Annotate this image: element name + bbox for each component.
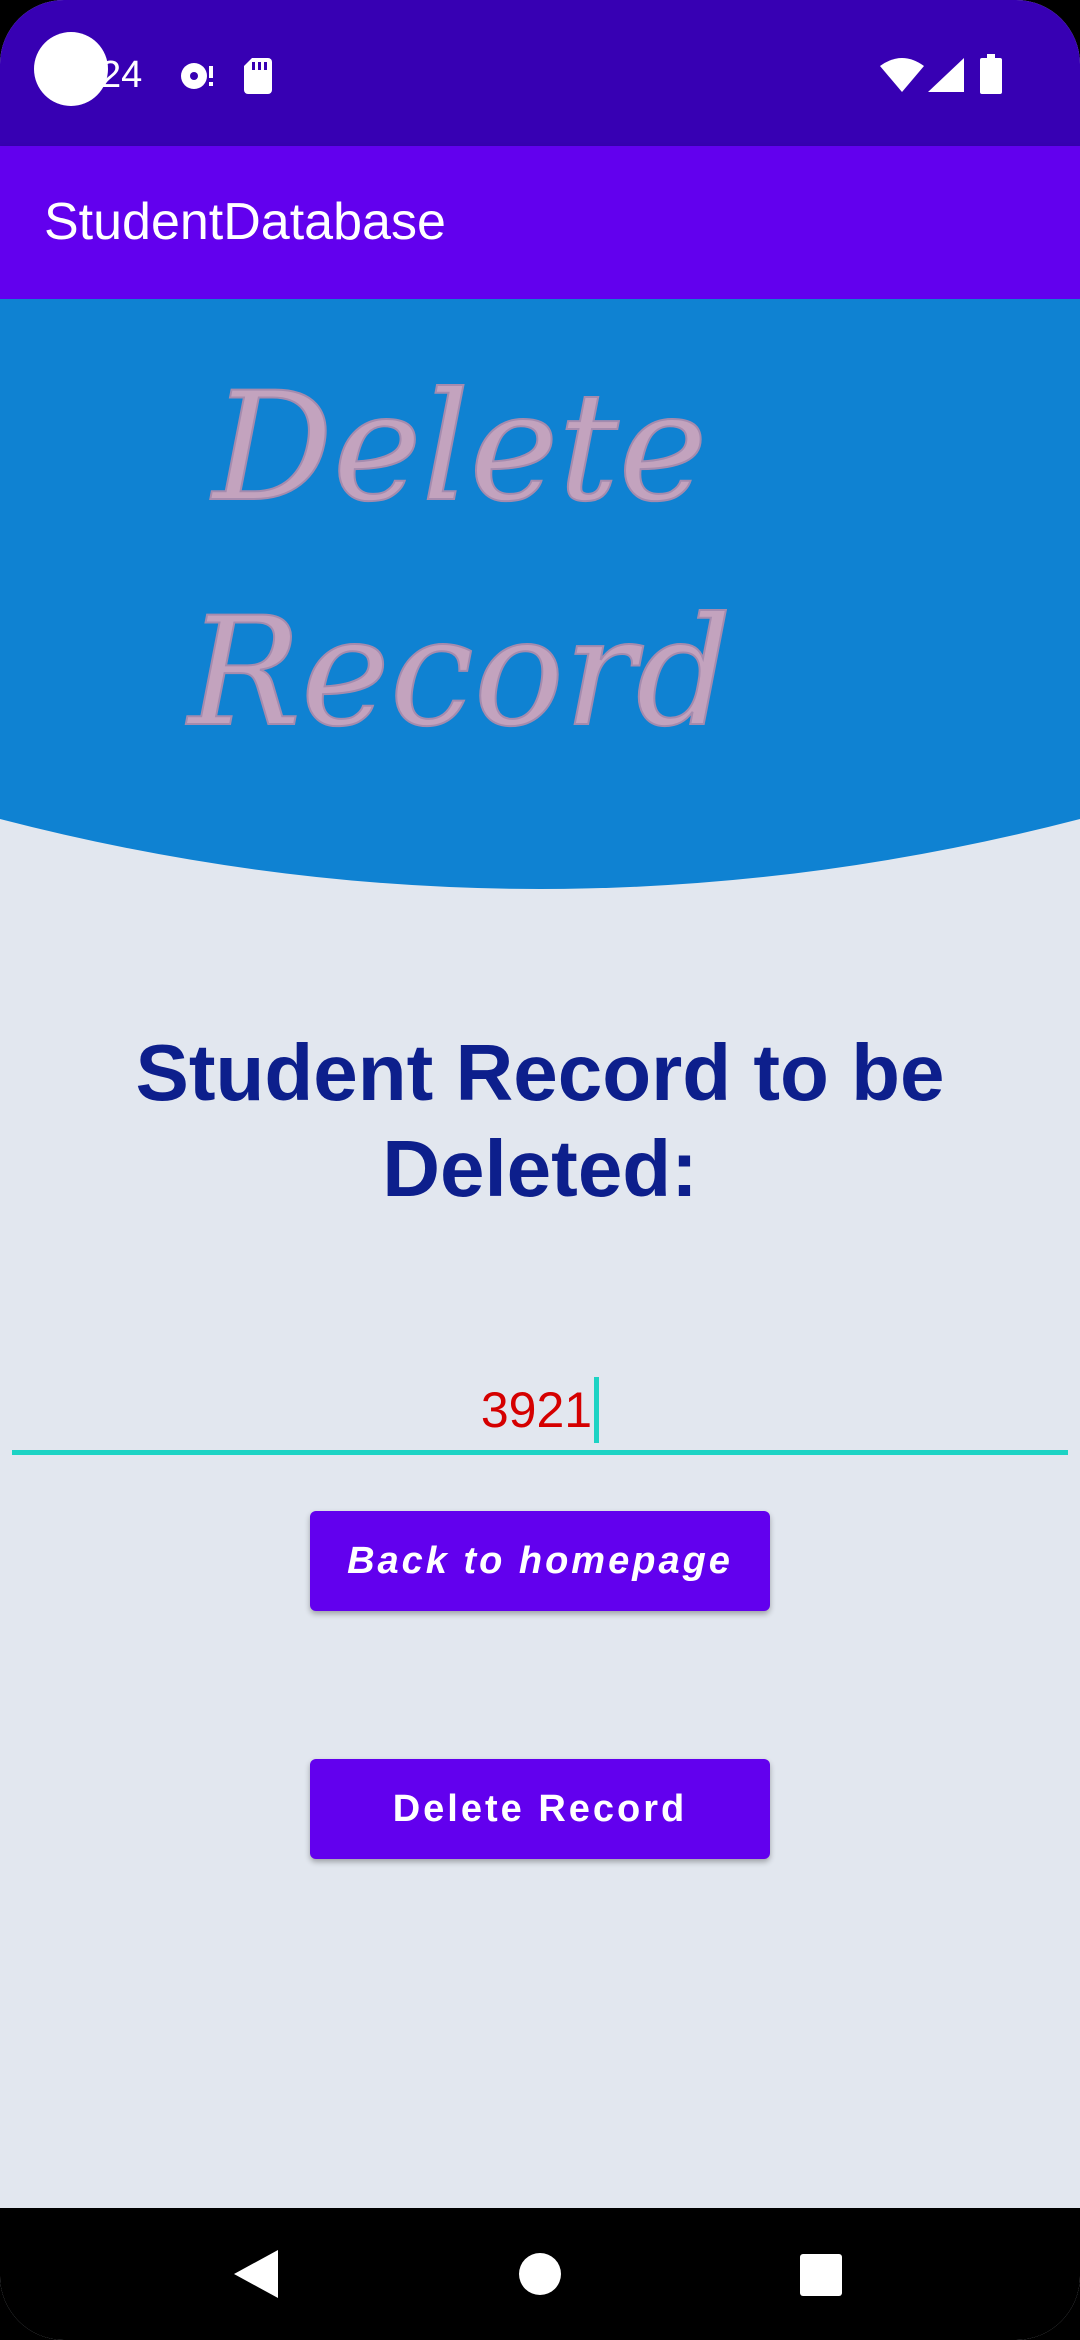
back-icon[interactable] <box>234 2250 278 2298</box>
media-icon <box>181 63 213 89</box>
delete-record-button[interactable]: Delete Record <box>310 1759 770 1859</box>
header-title-line1: Delete <box>210 361 708 535</box>
header-title: Delete Record <box>184 360 733 761</box>
recents-icon[interactable] <box>800 2254 842 2296</box>
navigation-bar <box>0 2208 1080 2340</box>
screen: 24 StudentDatabase Delete Record Student… <box>0 0 1080 2340</box>
app-title: StudentDatabase <box>44 193 446 251</box>
app-bar: StudentDatabase <box>0 146 1080 299</box>
header-title-line2: Record <box>185 586 732 760</box>
status-bar: 24 <box>0 0 1080 146</box>
wifi-icon <box>880 58 924 92</box>
back-to-homepage-button[interactable]: Back to homepage <box>310 1511 770 1611</box>
header-band: Delete Record <box>0 299 1080 899</box>
page-heading: Student Record to be Deleted: <box>135 1028 945 1213</box>
signal-icon <box>928 58 964 92</box>
student-id-input[interactable]: 3921 <box>12 1370 1068 1455</box>
sd-card-icon <box>244 58 272 94</box>
home-icon[interactable] <box>518 2252 562 2296</box>
text-cursor <box>594 1376 600 1443</box>
camera-cutout <box>34 32 108 106</box>
student-id-value: 3921 <box>480 1382 593 1438</box>
battery-icon <box>980 54 1002 94</box>
